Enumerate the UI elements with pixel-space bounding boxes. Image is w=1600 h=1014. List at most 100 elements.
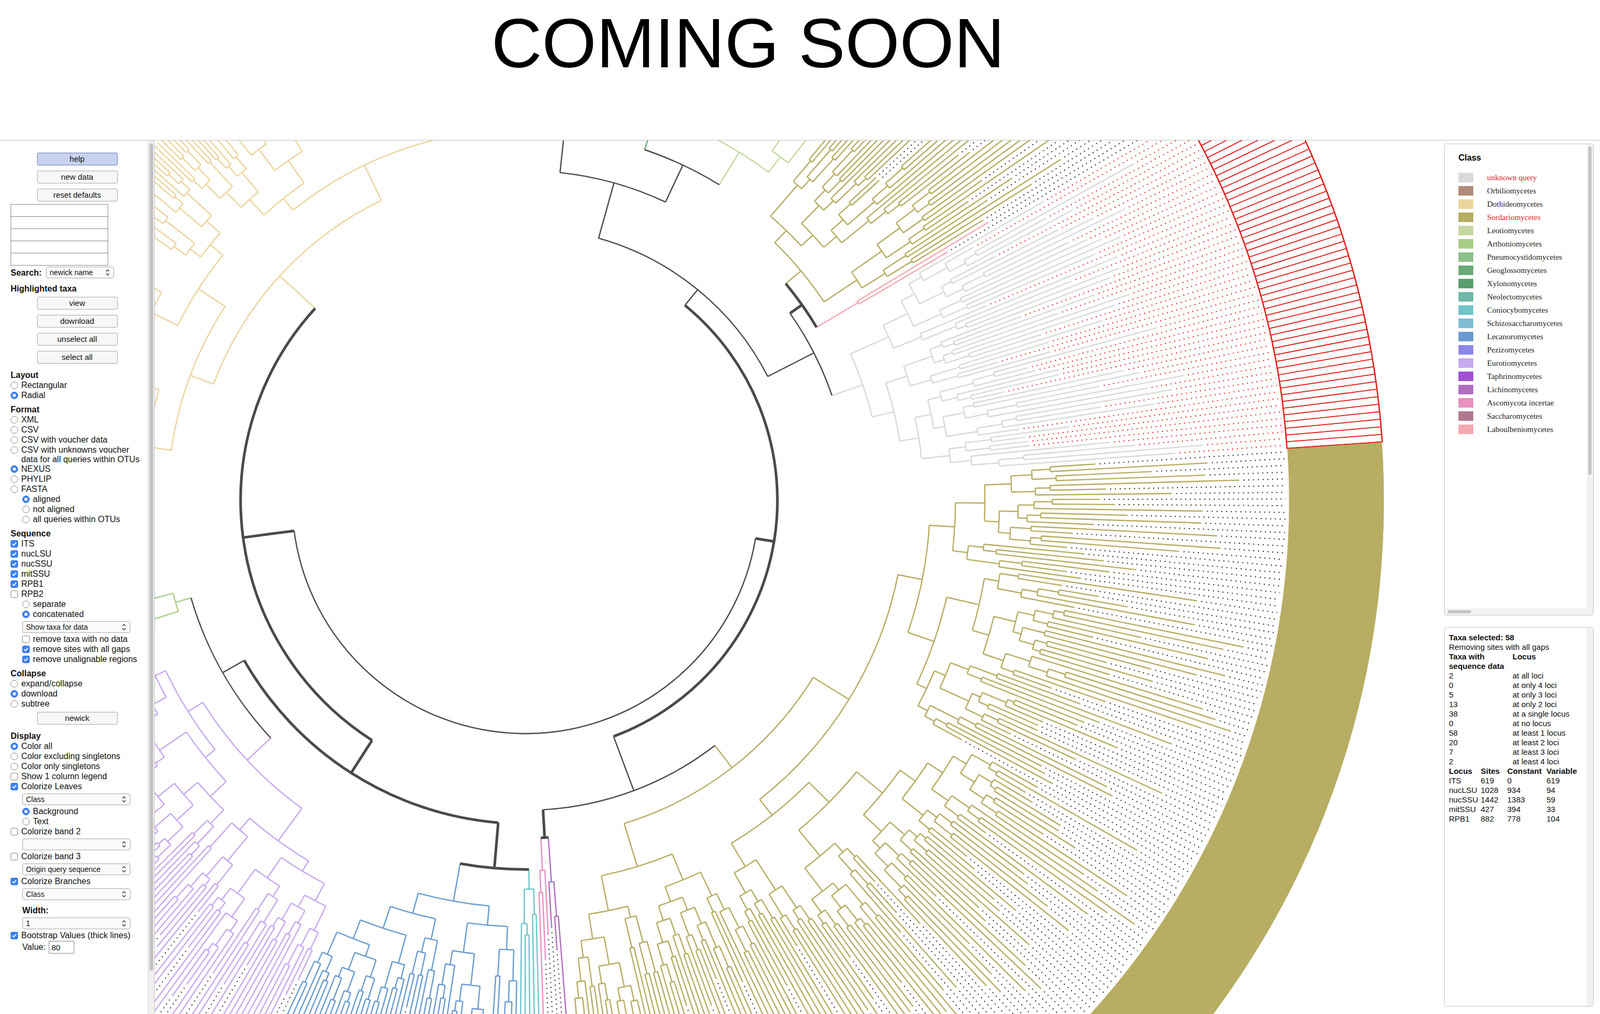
tree-branch[interactable] [287, 140, 303, 152]
tree-branch[interactable] [699, 949, 726, 1014]
tree-branch[interactable] [705, 939, 757, 1014]
checkbox-icon[interactable] [10, 560, 19, 568]
tree-branch[interactable] [917, 203, 930, 213]
checkbox-icon[interactable] [22, 655, 30, 664]
tree-branch[interactable] [672, 854, 683, 881]
tree-branch[interactable] [154, 903, 210, 1007]
tree-branch[interactable] [793, 930, 862, 1014]
radio-option[interactable]: CSV with voucher data [10, 435, 144, 446]
tree-branch[interactable] [948, 446, 966, 450]
checkbox-icon[interactable] [10, 570, 19, 578]
dropdown[interactable]: newick name [46, 266, 114, 279]
tree-branch[interactable] [860, 918, 866, 925]
tree-branch[interactable] [731, 843, 745, 867]
tree-branch[interactable] [713, 948, 781, 1014]
tree-branch[interactable] [156, 886, 207, 947]
tree-branch[interactable] [872, 411, 894, 418]
tree-branch[interactable] [154, 856, 193, 918]
tree-branch[interactable] [548, 837, 552, 883]
tree-branch[interactable] [682, 897, 688, 911]
tree-branch[interactable] [180, 181, 190, 190]
radio-icon[interactable] [10, 742, 19, 751]
tree-branch[interactable] [247, 737, 271, 761]
radio-option[interactable]: CSV [10, 425, 144, 436]
tree-branch[interactable] [630, 985, 635, 1001]
tree-branch[interactable] [858, 251, 948, 304]
tree-branch[interactable] [953, 294, 1130, 355]
tree-branch[interactable] [258, 149, 275, 171]
tree-branch[interactable] [967, 811, 980, 820]
tree-branch[interactable] [719, 946, 729, 968]
tree-branch[interactable] [846, 927, 911, 1013]
tree-branch[interactable] [755, 859, 776, 891]
tree-branch[interactable] [955, 502, 985, 504]
tree-branch[interactable] [554, 916, 557, 951]
tree-branch[interactable] [986, 794, 995, 800]
tree-branch[interactable] [623, 823, 638, 867]
tree-branch[interactable] [442, 963, 446, 985]
tree-branch[interactable] [874, 853, 889, 867]
checkbox-option[interactable]: nucLSU [10, 549, 144, 560]
tree-branch[interactable] [154, 389, 160, 506]
tree-branch[interactable] [927, 810, 937, 818]
tree-branch[interactable] [526, 923, 528, 935]
radio-option[interactable]: not aligned [10, 504, 144, 515]
tree-branch[interactable] [1040, 517, 1202, 524]
tree-branch[interactable] [154, 312, 178, 326]
tree-branch[interactable] [909, 830, 918, 838]
tree-branch[interactable] [273, 886, 280, 898]
tree-branch[interactable] [658, 906, 664, 921]
radio-icon[interactable] [10, 446, 19, 454]
tree-branch[interactable] [911, 178, 1013, 245]
tree-branch[interactable] [1056, 475, 1206, 481]
tree-branch[interactable] [753, 943, 836, 1014]
tree-branch[interactable] [165, 220, 195, 244]
tree-branch[interactable] [973, 370, 1125, 404]
tree-branch[interactable] [691, 934, 698, 951]
tree-branch[interactable] [347, 992, 351, 1002]
tree-branch[interactable] [558, 916, 569, 1014]
sidebar-button[interactable]: unselect all [37, 332, 118, 346]
tree-branch[interactable] [1028, 666, 1048, 673]
tree-branch[interactable] [212, 897, 219, 906]
tree-branch[interactable] [811, 899, 822, 913]
radio-option[interactable]: expand/collapse [10, 679, 144, 690]
tree-branch[interactable] [845, 904, 858, 921]
tree-branch[interactable] [279, 276, 316, 309]
tree-branch[interactable] [1005, 653, 1031, 662]
checkbox-option[interactable]: nucSSU [10, 559, 144, 570]
tree-branch[interactable] [950, 824, 1028, 885]
tree-branch[interactable] [249, 199, 265, 216]
tree-branch[interactable] [768, 156, 781, 173]
tree-branch[interactable] [188, 702, 204, 712]
sidebar-button[interactable]: help [37, 152, 118, 166]
tree-branch[interactable] [767, 353, 814, 377]
tree-branch[interactable] [627, 906, 631, 918]
tree-branch[interactable] [962, 239, 1102, 303]
tree-branch[interactable] [837, 923, 906, 1014]
tree-branch[interactable] [544, 870, 549, 936]
tree-branch[interactable] [947, 722, 1045, 774]
tree-branch[interactable] [939, 813, 952, 823]
tree-branch[interactable] [361, 976, 366, 991]
tree-branch[interactable] [1034, 500, 1053, 503]
tree-branch[interactable] [237, 869, 256, 894]
tree-branch[interactable] [898, 154, 959, 203]
tree-branch[interactable] [648, 973, 661, 1014]
tree-branch[interactable] [639, 943, 648, 974]
tree-branch[interactable] [198, 288, 225, 307]
tree-branch[interactable] [797, 920, 864, 1014]
tree-branch[interactable] [959, 320, 1103, 366]
tree-branch[interactable] [755, 538, 775, 542]
tree-branch[interactable] [373, 988, 388, 1014]
tree-branch[interactable] [154, 856, 156, 907]
selected-leaf-box[interactable] [1286, 434, 1383, 450]
tree-branch[interactable] [974, 370, 1036, 386]
tree-branch[interactable] [993, 327, 1157, 373]
tree-branch[interactable] [939, 688, 969, 702]
legend-item[interactable]: Xylonomycetes [1458, 278, 1587, 289]
tree-branch[interactable] [155, 670, 166, 676]
tree-branch[interactable] [1050, 480, 1240, 486]
tree-branch[interactable] [197, 886, 218, 912]
tree-branch[interactable] [282, 903, 292, 920]
